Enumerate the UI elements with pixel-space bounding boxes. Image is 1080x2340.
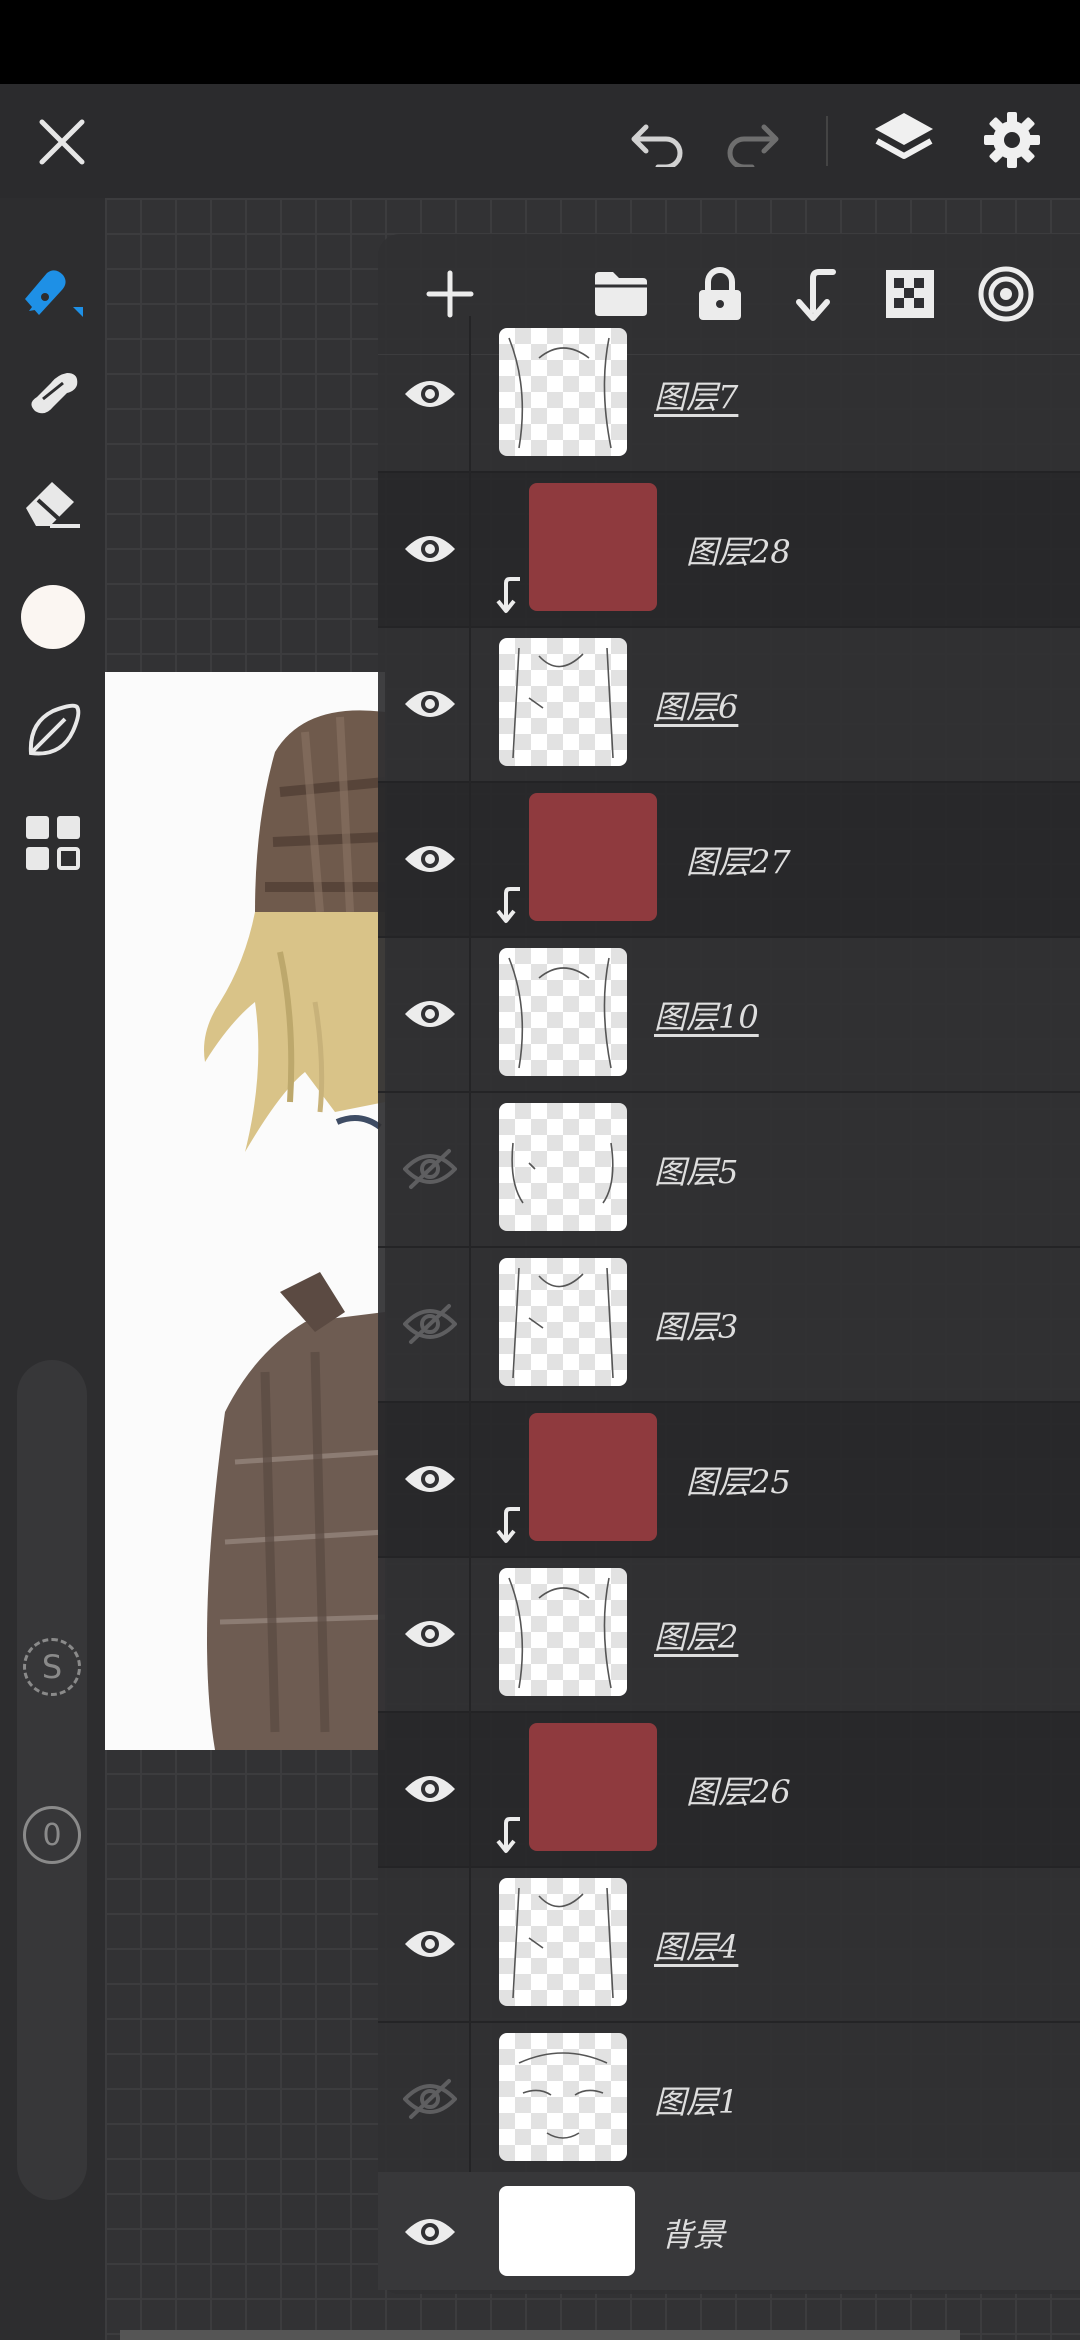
eraser-tool-icon[interactable] [0,456,105,546]
layer-name: 图层28 [686,533,791,571]
visibility-eye-icon[interactable] [390,1439,470,1519]
visibility-eye-icon[interactable] [390,1749,470,1829]
pen-tool-icon[interactable] [0,246,105,336]
visibility-eye-icon[interactable] [390,354,470,434]
visibility-hidden-icon[interactable] [390,2059,470,2139]
layer-row[interactable]: 图层2 [378,1556,1080,1713]
clipping-arrow-icon [494,1505,524,1545]
visibility-eye-icon[interactable] [390,1904,470,1984]
undo-icon[interactable] [618,102,698,182]
visibility-eye-icon[interactable] [390,974,470,1054]
visibility-eye-icon[interactable] [390,819,470,899]
layer-thumbnail[interactable] [499,948,627,1076]
layer-name: 图层27 [686,843,791,881]
layer-row[interactable]: 图层25 [378,1401,1080,1558]
background-layer-row[interactable]: 背景 [378,2172,1080,2290]
layer-name: 图层6 [654,688,739,726]
layer-thumbnail[interactable] [529,1413,657,1541]
brush-library-icon[interactable] [0,686,105,776]
clipping-arrow-icon [494,575,524,615]
layer-row[interactable]: 图层1 [378,2021,1080,2178]
layer-row[interactable]: 图层26 [378,1711,1080,1868]
background-layer-name: 背景 [661,2216,726,2254]
layer-thumbnail[interactable] [529,483,657,611]
layer-thumbnail[interactable] [499,1878,627,2006]
layer-name: 图层26 [686,1773,791,1811]
status-bar [0,0,1080,84]
layer-name: 图层4 [654,1928,739,1966]
layer-thumbnail[interactable] [499,1258,627,1386]
stabilizer-button[interactable]: S [17,1632,87,1702]
visibility-eye-icon[interactable] [390,2192,470,2272]
clipping-arrow-icon [494,885,524,925]
layer-thumbnail[interactable] [499,328,627,456]
layer-row[interactable]: 图层3 [378,1246,1080,1403]
layer-name: 图层10 [654,998,759,1036]
opacity-label: 0 [42,1817,62,1853]
layer-name: 图层1 [654,2083,739,2121]
clipping-arrow-icon [494,1815,524,1855]
layer-name: 图层7 [654,378,739,416]
opacity-button[interactable]: 0 [17,1800,87,1870]
current-color-dot [20,585,85,649]
layer-name: 图层3 [654,1308,739,1346]
artwork[interactable] [105,672,385,1750]
close-icon[interactable] [22,102,102,182]
brush-slider-track[interactable]: S 0 [17,1360,87,2200]
layer-thumbnail[interactable] [499,2033,627,2161]
layer-row[interactable]: 图层27 [378,781,1080,938]
stabilizer-label: S [41,1648,63,1686]
layer-thumbnail[interactable] [499,1103,627,1231]
visibility-eye-icon[interactable] [390,664,470,744]
layer-thumbnail[interactable] [529,1723,657,1851]
layer-name: 图层5 [654,1153,739,1191]
layer-row[interactable]: 图层10 [378,936,1080,1093]
layer-name: 图层25 [686,1463,791,1501]
layer-row[interactable]: 图层7 [378,316,1080,473]
layer-row[interactable]: 图层6 [378,626,1080,783]
smudge-tool-icon[interactable] [0,344,105,434]
layer-thumbnail[interactable] [499,1568,627,1696]
layer-thumbnail[interactable] [499,638,627,766]
bottom-scrollbar [120,2330,960,2340]
visibility-hidden-icon[interactable] [390,1284,470,1364]
background-color-swatch[interactable] [499,2186,635,2276]
toolbar-divider [826,116,828,166]
more-tools-icon[interactable] [0,798,105,888]
layers-panel: 图层7 图层28 图层6 图层27 图层10 图层5 图层3 图层25 图层2 图层26 图层4 图层… [378,234,1080,2294]
visibility-eye-icon[interactable] [390,509,470,589]
layer-row[interactable]: 图层4 [378,1866,1080,2023]
layer-row[interactable]: 图层5 [378,1091,1080,1248]
layer-row[interactable]: 图层28 [378,471,1080,628]
top-toolbar [0,84,1080,198]
settings-icon[interactable] [970,98,1054,182]
color-swatch[interactable] [0,572,105,662]
layer-name: 图层2 [654,1618,739,1656]
visibility-eye-icon[interactable] [390,1594,470,1674]
redo-icon[interactable] [712,102,792,182]
layers-icon[interactable] [862,98,946,182]
layer-thumbnail[interactable] [529,793,657,921]
visibility-hidden-icon[interactable] [390,1129,470,1209]
